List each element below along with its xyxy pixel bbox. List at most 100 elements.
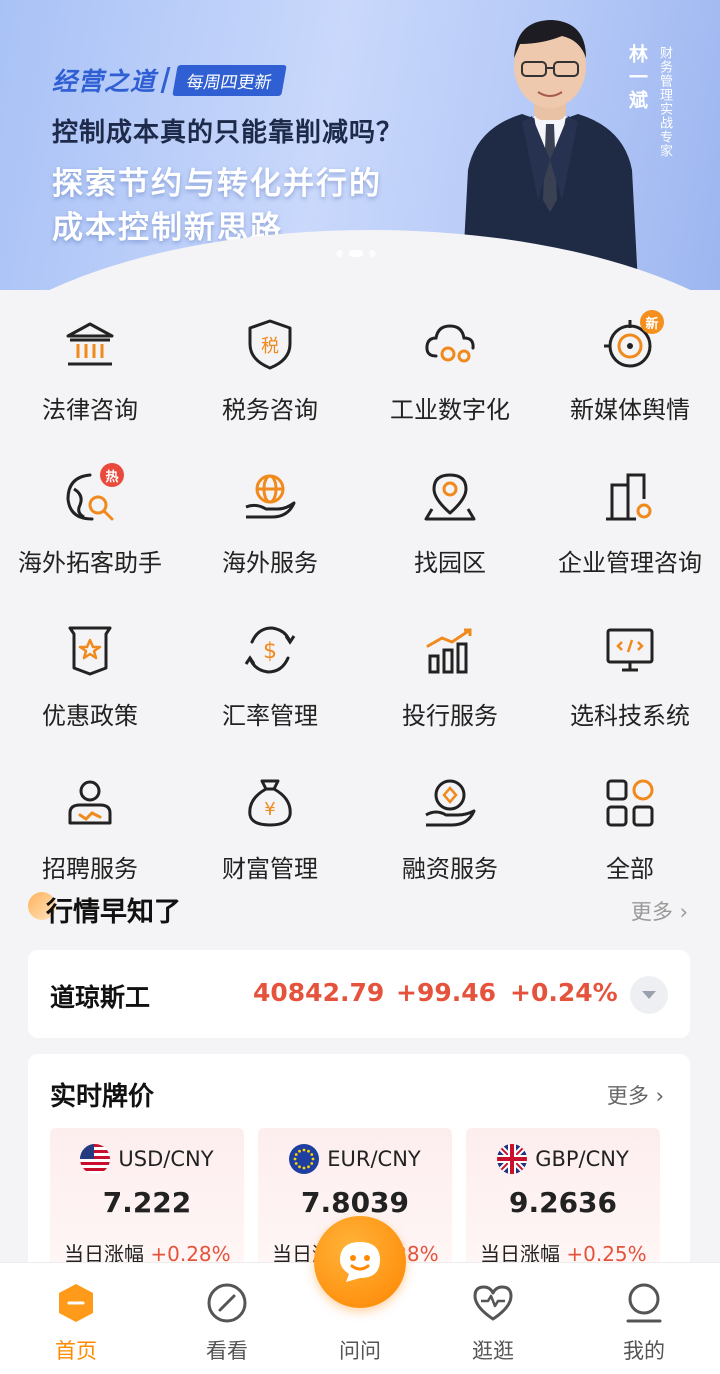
- service-overseas[interactable]: 海外服务: [180, 453, 360, 606]
- speaker-title: 财务管理实战专家: [657, 46, 672, 158]
- carousel-dots[interactable]: [336, 250, 376, 257]
- service-label: 海外拓客助手: [18, 549, 162, 577]
- tab-browse[interactable]: 逛逛: [433, 1281, 553, 1365]
- service-enterprise-consulting[interactable]: 企业管理咨询: [540, 453, 720, 606]
- compass-icon: [207, 1283, 247, 1323]
- rates-more-link[interactable]: 更多 ›: [607, 1080, 664, 1110]
- svg-text:税: 税: [261, 336, 279, 357]
- service-label: 汇率管理: [222, 702, 318, 730]
- building-gear-icon: [602, 469, 658, 525]
- target-icon: 新: [602, 310, 664, 372]
- location-pin-icon: [422, 469, 478, 525]
- new-badge: 新: [640, 310, 664, 334]
- tab-label: 看看: [206, 1339, 248, 1363]
- globe-hand-icon: [242, 469, 298, 525]
- tab-label: 逛逛: [472, 1339, 514, 1363]
- user-icon: [626, 1283, 662, 1323]
- promo-banner[interactable]: 经营之道 每周四更新 控制成本真的只能靠削减吗？ 探索节约与转化并行的 成本控制…: [0, 0, 720, 290]
- service-tech-system[interactable]: 选科技系统: [540, 606, 720, 759]
- rate-card-usd[interactable]: USD/CNY 7.222 当日涨幅 +0.28%: [50, 1128, 244, 1268]
- market-section-header: 行情早知了 更多 ›: [28, 886, 692, 930]
- section-title: 行情早知了: [46, 897, 181, 928]
- service-label: 税务咨询: [222, 396, 318, 424]
- service-label: 海外服务: [222, 549, 318, 577]
- service-label: 企业管理咨询: [558, 549, 702, 577]
- service-legal[interactable]: 法律咨询: [0, 300, 180, 453]
- banner-headline: 控制成本真的只能靠削减吗？: [52, 118, 404, 148]
- service-tax[interactable]: 税 税务咨询: [180, 300, 360, 453]
- globe-search-icon: 热: [62, 463, 124, 525]
- rate-card-gbp[interactable]: GBP/CNY 9.2636 当日涨幅 +0.25%: [466, 1128, 660, 1268]
- rate-pair: USD/CNY: [50, 1144, 244, 1174]
- banner-brand: 经营之道 每周四更新: [52, 62, 287, 98]
- tax-shield-icon: 税: [242, 316, 298, 372]
- eu-flag-icon: [289, 1144, 320, 1174]
- svg-text:¥: ¥: [264, 799, 275, 820]
- rate-price: 7.222: [102, 1186, 192, 1219]
- rate-price: 7.8039: [300, 1186, 410, 1219]
- tab-look[interactable]: 看看: [167, 1281, 287, 1365]
- hand-coin-icon: [422, 775, 478, 831]
- market-more-link[interactable]: 更多 ›: [631, 896, 688, 926]
- service-exchange-rate[interactable]: $ 汇率管理: [180, 606, 360, 759]
- service-overseas-leads[interactable]: 热 海外拓客助手: [0, 453, 180, 606]
- person-card-icon: [62, 775, 118, 831]
- rates-title: 实时牌价: [50, 1082, 155, 1112]
- rate-price: 9.2636: [508, 1186, 618, 1219]
- index-ticker-card[interactable]: 道琼斯工 40842.79 +99.46 +0.24%: [28, 950, 690, 1038]
- bar-chart-trend-icon: [422, 622, 478, 678]
- pair-label: EUR/CNY: [327, 1147, 421, 1171]
- hot-badge: 热: [100, 463, 124, 487]
- tab-home[interactable]: 首页: [16, 1281, 136, 1365]
- service-preferential-policy[interactable]: 优惠政策: [0, 606, 180, 759]
- chat-bubble-icon: [340, 1242, 380, 1282]
- index-percent: +0.24%: [510, 978, 618, 1007]
- index-change: +99.46: [396, 978, 497, 1007]
- service-label: 融资服务: [402, 855, 498, 883]
- service-label: 找园区: [414, 549, 486, 577]
- monitor-code-icon: [602, 622, 658, 678]
- tab-label: 问问: [339, 1339, 381, 1363]
- tab-me[interactable]: 我的: [584, 1281, 704, 1365]
- index-name: 道琼斯工: [50, 983, 151, 1012]
- svg-text:$: $: [263, 639, 277, 664]
- expand-toggle[interactable]: [630, 976, 668, 1014]
- chevron-down-icon: [642, 991, 656, 999]
- all-grid-icon: [602, 775, 658, 831]
- dollar-exchange-icon: $: [242, 622, 298, 678]
- carousel-dot[interactable]: [369, 250, 376, 257]
- banner-subline-2: 成本控制新思路: [52, 210, 283, 246]
- service-industrial-digital[interactable]: 工业数字化: [360, 300, 540, 453]
- carousel-dot[interactable]: [336, 250, 343, 257]
- us-flag-icon: [80, 1144, 111, 1174]
- service-label: 投行服务: [402, 702, 498, 730]
- star-document-icon: [62, 622, 118, 678]
- banner-subline-1: 探索节约与转化并行的: [52, 166, 382, 202]
- pair-label: USD/CNY: [118, 1147, 214, 1171]
- pair-label: GBP/CNY: [535, 1147, 629, 1171]
- rate-pair: GBP/CNY: [466, 1144, 660, 1174]
- tab-label: 我的: [623, 1339, 665, 1363]
- service-find-park[interactable]: 找园区: [360, 453, 540, 606]
- service-label: 工业数字化: [390, 396, 510, 424]
- tab-label: 首页: [55, 1339, 97, 1363]
- carousel-dot-active[interactable]: [349, 250, 363, 257]
- service-label: 优惠政策: [42, 702, 138, 730]
- brand-divider: [160, 67, 171, 93]
- service-investment-bank[interactable]: 投行服务: [360, 606, 540, 759]
- speaker-name: 林一斌: [626, 44, 648, 113]
- heart-pulse-icon: [473, 1285, 513, 1321]
- ask-chat-button[interactable]: [314, 1216, 406, 1308]
- uk-flag-icon: [497, 1144, 528, 1174]
- rate-pair: EUR/CNY: [258, 1144, 452, 1174]
- service-label: 全部: [606, 855, 654, 883]
- service-label: 法律咨询: [42, 396, 138, 424]
- brand-logo: 经营之道: [52, 67, 157, 96]
- cloud-gears-icon: [422, 316, 478, 372]
- speaker-photo: [462, 20, 638, 284]
- service-label: 财富管理: [222, 855, 318, 883]
- service-new-media[interactable]: 新 新媒体舆情: [540, 300, 720, 453]
- money-bag-icon: ¥: [242, 775, 298, 831]
- index-value: 40842.79: [253, 978, 385, 1007]
- home-hexagon-icon: [59, 1284, 93, 1322]
